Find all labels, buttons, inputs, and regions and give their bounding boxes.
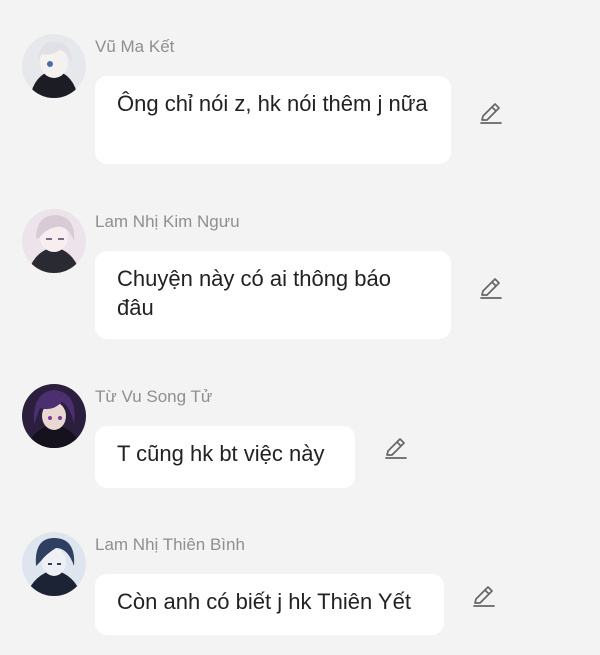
message-text: Chuyện này có ai thông báo đâu [117,266,391,320]
message-text: Ông chỉ nói z, hk nói thêm j nữa [117,91,428,116]
avatar[interactable] [22,532,86,596]
message-text: Còn anh có biết j hk Thiên Yết [117,589,411,614]
avatar[interactable] [22,384,86,448]
pencil-icon[interactable] [383,435,409,461]
pencil-icon[interactable] [471,583,497,609]
sender-name: Lam Nhị Thiên Bình [95,535,245,554]
message-text: T cũng hk bt việc này [117,441,325,466]
message-bubble[interactable]: Ông chỉ nói z, hk nói thêm j nữa [95,76,451,164]
avatar[interactable] [22,34,86,98]
sender-name: Lam Nhị Kim Ngưu [95,212,240,231]
sender-name: Từ Vu Song Tử [95,387,213,406]
pencil-icon[interactable] [478,275,504,301]
pencil-icon[interactable] [478,100,504,126]
sender-name: Vũ Ma Kết [95,37,175,56]
message-bubble[interactable]: T cũng hk bt việc này [95,426,355,488]
message-bubble[interactable]: Chuyện này có ai thông báo đâu [95,251,451,339]
avatar[interactable] [22,209,86,273]
message-bubble[interactable]: Còn anh có biết j hk Thiên Yết [95,574,444,635]
